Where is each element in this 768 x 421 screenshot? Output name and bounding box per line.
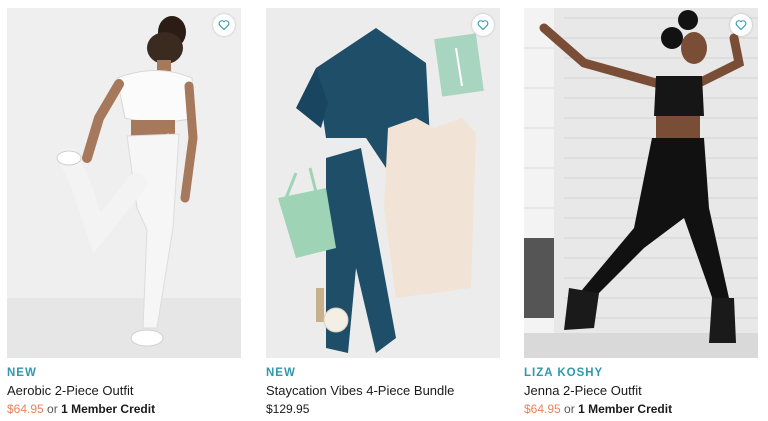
model-photo — [524, 8, 758, 358]
favorite-button[interactable] — [213, 14, 235, 36]
product-price: $64.95 — [7, 402, 44, 416]
price-or: or — [564, 402, 575, 416]
product-badge: LIZA KOSHY — [524, 367, 604, 379]
product-name[interactable]: Aerobic 2-Piece Outfit — [7, 383, 241, 399]
product-image-staycation-bundle[interactable] — [266, 8, 500, 358]
product-image-aerobic-outfit[interactable] — [7, 8, 241, 358]
member-credit-text: 1 Member Credit — [578, 402, 673, 416]
heart-outline-icon — [218, 20, 230, 31]
product-card[interactable]: LIZA KOSHY Jenna 2-Piece Outfit $64.95 o… — [524, 8, 758, 417]
product-badge: NEW — [7, 367, 37, 379]
price-line: $64.95 or 1 Member Credit — [524, 402, 758, 417]
heart-outline-icon — [477, 20, 489, 31]
price-line: $64.95 or 1 Member Credit — [7, 402, 241, 417]
price-or: or — [47, 402, 58, 416]
product-image-jenna-outfit[interactable] — [524, 8, 758, 358]
product-card[interactable]: NEW Staycation Vibes 4-Piece Bundle $129… — [266, 8, 500, 417]
model-photo — [7, 8, 241, 358]
favorite-button[interactable] — [730, 14, 752, 36]
product-card[interactable]: NEW Aerobic 2-Piece Outfit $64.95 or 1 M… — [7, 8, 241, 417]
heart-outline-icon — [735, 20, 747, 31]
product-price: $64.95 — [524, 402, 561, 416]
price-line: $129.95 — [266, 402, 500, 417]
member-credit-text: 1 Member Credit — [61, 402, 156, 416]
product-name[interactable]: Staycation Vibes 4-Piece Bundle — [266, 383, 500, 399]
product-price: $129.95 — [266, 402, 310, 416]
product-badge: NEW — [266, 367, 296, 379]
flatlay-photo — [266, 8, 500, 358]
product-name[interactable]: Jenna 2-Piece Outfit — [524, 383, 758, 399]
favorite-button[interactable] — [472, 14, 494, 36]
